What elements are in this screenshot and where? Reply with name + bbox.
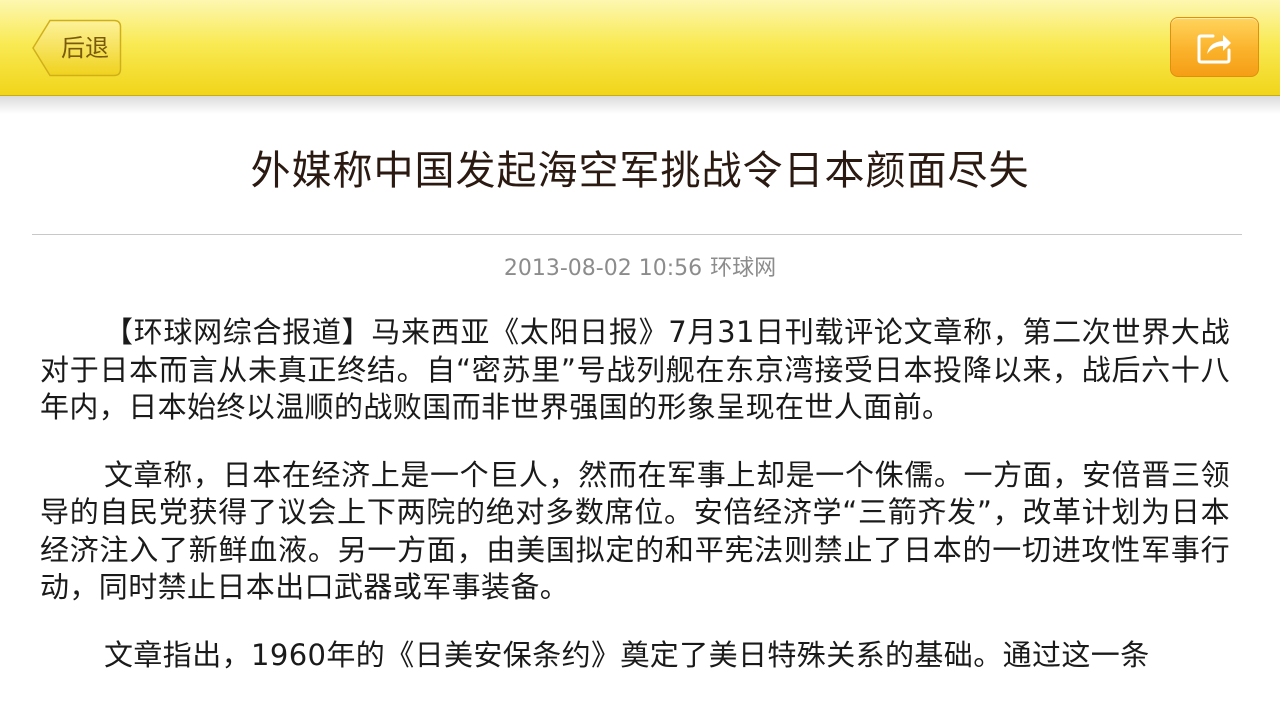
article-source: 环球网 [710,256,777,281]
top-bar: 后退 [0,0,1280,96]
share-button[interactable] [1170,17,1259,77]
article-paragraph: 文章指出，1960年的《日美安保条约》奠定了美日特殊关系的基础。通过这一条 [104,637,1150,672]
back-button[interactable]: 后退 [32,19,122,77]
article-screen: 后退 外媒称中国发起海空军挑战令日本颜面尽失 2013-08-02 10:56 环… [0,0,1280,720]
article-title: 外媒称中国发起海空军挑战令日本颜面尽失 [250,148,1030,194]
article-paragraph: 文章称，日本在经济上是一个巨人，然而在军事上却是一个侏儒。一方面，安倍晋三领导的… [40,457,1230,605]
article-body: 【环球网综合报道】马来西亚《太阳日报》7月31日刊载评论文章称，第二次世界大战对… [40,314,1230,704]
share-icon [1197,34,1231,64]
article-meta: 2013-08-02 10:56 环球网 [0,253,1280,285]
top-bar-shadow [0,96,1280,114]
title-divider [32,234,1242,235]
back-button-label: 后退 [61,34,109,62]
article-date: 2013-08-02 10:56 [503,256,703,281]
article-paragraph: 【环球网综合报道】马来西亚《太阳日报》7月31日刊载评论文章称，第二次世界大战对… [40,315,1230,424]
